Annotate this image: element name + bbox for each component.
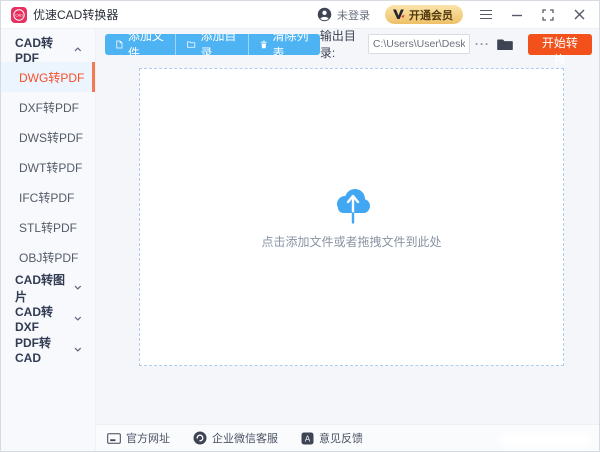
chevron-up-icon (74, 47, 82, 52)
close-icon (574, 9, 585, 20)
maximize-button[interactable] (540, 7, 556, 23)
group-label: CAD转图片 (15, 271, 74, 305)
vip-icon (392, 9, 405, 20)
sidebar-item-dxf-to-pdf[interactable]: DXF转PDF (1, 92, 95, 122)
chevron-down-icon (74, 316, 82, 321)
chevron-down-icon (74, 285, 82, 290)
vip-button[interactable]: 开通会员 (385, 5, 463, 24)
sidebar-item-dws-to-pdf[interactable]: DWS转PDF (1, 122, 95, 152)
toolbar: 添加文件 添加目录 清除列表 (96, 29, 599, 57)
clear-list-button[interactable]: 清除列表 (248, 34, 320, 55)
group-label: PDF转CAD (15, 334, 74, 365)
feedback-label: 意见反馈 (319, 430, 363, 446)
feedback-link[interactable]: A 意见反馈 (301, 430, 363, 446)
sidebar-item-label: DWT转PDF (19, 159, 82, 176)
content-area: 点击添加文件或者拖拽文件到此处 (96, 57, 599, 424)
folder-icon (187, 40, 195, 49)
output-dir-label: 输出目录: (320, 27, 363, 61)
sidebar-item-dwt-to-pdf[interactable]: DWT转PDF (1, 152, 95, 182)
main-panel: 添加文件 添加目录 清除列表 (96, 29, 599, 451)
sidebar-item-label: DWS转PDF (19, 129, 83, 146)
sidebar-item-dwg-to-pdf[interactable]: DWG转PDF (1, 62, 95, 92)
add-directory-label: 添加目录 (201, 34, 237, 55)
sidebar-item-stl-to-pdf[interactable]: STL转PDF (1, 212, 95, 242)
browser-window-icon (107, 433, 121, 444)
minimize-icon (511, 9, 523, 21)
dropzone-hint: 点击添加文件或者拖拽文件到此处 (261, 233, 441, 250)
app-body: CAD转PDF DWG转PDF DXF转PDF DWS转PDF DWT转PDF … (1, 29, 599, 451)
sidebar-item-obj-to-pdf[interactable]: OBJ转PDF (1, 242, 95, 272)
feedback-square-icon: A (301, 432, 314, 445)
app-logo-icon: CAD (11, 7, 27, 23)
wechat-work-circle-icon (193, 431, 207, 445)
svg-text:A: A (305, 434, 311, 443)
wechat-service-link[interactable]: 企业微信客服 (193, 430, 278, 446)
start-convert-button[interactable]: 开始转换 (528, 34, 592, 55)
sidebar-item-ifc-to-pdf[interactable]: IFC转PDF (1, 182, 95, 212)
sidebar-item-label: STL转PDF (19, 219, 77, 236)
sidebar-group-cad-to-image[interactable]: CAD转图片 (1, 272, 95, 303)
group-label: CAD转PDF (15, 34, 74, 65)
trash-icon (260, 39, 268, 50)
login-status-label: 未登录 (337, 7, 370, 23)
official-website-label: 官方网址 (126, 430, 170, 446)
hamburger-icon (480, 10, 492, 20)
watermark-smudge (499, 433, 591, 447)
maximize-icon (542, 9, 554, 21)
titlebar-left: CAD 优速CAD转换器 (11, 6, 118, 23)
app-title: 优速CAD转换器 (33, 6, 118, 23)
vip-button-label: 开通会员 (409, 7, 453, 23)
wechat-service-label: 企业微信客服 (212, 430, 278, 446)
sidebar-group-cad-to-dxf[interactable]: CAD转DXF (1, 303, 95, 334)
titlebar-right: 未登录 开通会员 (317, 5, 587, 24)
file-actions-group: 添加文件 添加目录 清除列表 (105, 34, 320, 55)
minimize-button[interactable] (509, 7, 525, 23)
output-path-input[interactable] (368, 34, 470, 54)
sidebar-item-label: OBJ转PDF (19, 249, 78, 266)
official-website-link[interactable]: 官方网址 (107, 430, 170, 446)
folder-icon (497, 38, 513, 51)
file-dropzone[interactable]: 点击添加文件或者拖拽文件到此处 (139, 68, 564, 366)
sidebar: CAD转PDF DWG转PDF DXF转PDF DWS转PDF DWT转PDF … (1, 29, 96, 451)
sidebar-item-label: DXF转PDF (19, 99, 79, 116)
open-output-folder-button[interactable] (497, 38, 513, 51)
user-icon (317, 7, 332, 22)
sidebar-group-pdf-to-cad[interactable]: PDF转CAD (1, 334, 95, 365)
add-file-button[interactable]: 添加文件 (105, 34, 175, 55)
menu-button[interactable] (478, 7, 494, 23)
group-label: CAD转DXF (15, 303, 74, 334)
footer: 官方网址 企业微信客服 A 意见反馈 (96, 424, 599, 451)
sidebar-item-label: DWG转PDF (19, 69, 84, 86)
app-window: CAD 优速CAD转换器 未登录 开通会员 (0, 0, 600, 452)
login-status[interactable]: 未登录 (317, 7, 370, 23)
sidebar-group-cad-to-pdf[interactable]: CAD转PDF (1, 36, 95, 62)
cloud-upload-icon (329, 184, 375, 224)
browse-more-button[interactable]: ··· (470, 37, 495, 51)
svg-text:CAD: CAD (15, 13, 23, 17)
add-directory-button[interactable]: 添加目录 (175, 34, 248, 55)
clear-list-label: 清除列表 (273, 34, 309, 55)
chevron-down-icon (74, 347, 82, 352)
document-icon (116, 39, 123, 50)
close-button[interactable] (571, 7, 587, 23)
add-file-label: 添加文件 (128, 34, 164, 55)
titlebar: CAD 优速CAD转换器 未登录 开通会员 (1, 1, 599, 29)
sidebar-item-label: IFC转PDF (19, 189, 74, 206)
